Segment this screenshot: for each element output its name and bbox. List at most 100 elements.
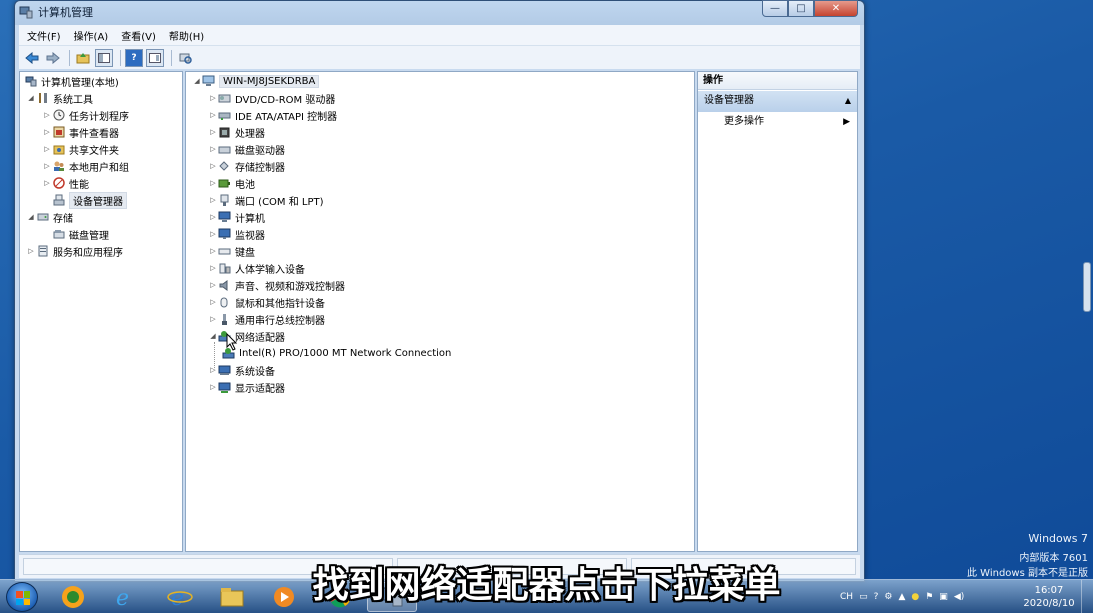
expand-arrow-icon[interactable]: ▷ — [208, 315, 218, 323]
expand-arrow-icon[interactable]: ▷ — [42, 128, 52, 136]
collapse-arrow-icon[interactable]: ◢ — [192, 77, 202, 85]
tree-item-label: 任务计划程序 — [69, 111, 129, 123]
video-subtitle: 找到网络适配器点击下拉菜单 — [312, 565, 781, 606]
actions-pane: 操作 设备管理器 ▲ 更多操作 ▶ — [697, 71, 858, 552]
device-label: 电池 — [235, 179, 255, 191]
tree-item-label: 系统工具 — [53, 94, 93, 106]
expand-arrow-icon[interactable]: ▷ — [208, 298, 218, 306]
minimize-button[interactable]: — — [762, 0, 788, 17]
device-category[interactable]: ▷ 计算机 — [208, 209, 265, 225]
actions-section-device-manager[interactable]: 设备管理器 ▲ — [698, 91, 857, 112]
expand-arrow-icon[interactable]: ▷ — [26, 247, 36, 255]
expand-arrow-icon[interactable]: ▷ — [208, 247, 218, 255]
scan-hardware-icon[interactable] — [176, 49, 194, 67]
tree-item-performance[interactable]: ▷ 性能 — [42, 175, 89, 191]
expand-arrow-icon[interactable]: ▷ — [208, 162, 218, 170]
expand-arrow-icon[interactable]: ▷ — [208, 145, 218, 153]
menu-file[interactable]: 文件(F) — [27, 28, 61, 43]
more-actions-item[interactable]: 更多操作 — [724, 114, 764, 130]
processor-icon — [218, 126, 231, 139]
mouse-cursor-icon — [226, 332, 238, 354]
tree-item-shared-folders[interactable]: ▷ 共享文件夹 — [42, 141, 119, 157]
expand-arrow-icon[interactable]: ▷ — [208, 281, 218, 289]
device-label: 键盘 — [235, 247, 255, 259]
device-label: 人体学输入设备 — [235, 264, 305, 276]
device-category[interactable]: ▷ 存储控制器 — [208, 158, 285, 174]
menu-action[interactable]: 操作(A) — [74, 28, 109, 43]
device-category[interactable]: ▷ 磁盘驱动器 — [208, 141, 285, 157]
disk-management-icon — [52, 228, 65, 241]
expand-arrow-icon[interactable]: ▷ — [208, 111, 218, 119]
device-label: IDE ATA/ATAPI 控制器 — [235, 111, 338, 123]
device-category[interactable]: ▷ 键盘 — [208, 243, 255, 259]
computer-management-icon — [19, 6, 33, 19]
expand-arrow-icon[interactable]: ▷ — [42, 145, 52, 153]
expand-arrow-icon[interactable]: ▷ — [208, 366, 218, 374]
back-arrow-icon[interactable] — [23, 49, 41, 67]
expand-arrow-icon[interactable]: ▷ — [208, 213, 218, 221]
dvd-icon — [218, 92, 231, 105]
shared-folder-icon — [52, 143, 65, 156]
device-category[interactable]: ▷ 显示适配器 — [208, 379, 285, 395]
device-category[interactable]: ▷ 电池 — [208, 175, 255, 191]
tree-item-computer-management[interactable]: 计算机管理(本地) — [24, 73, 119, 89]
device-category[interactable]: ▷ IDE ATA/ATAPI 控制器 — [208, 107, 337, 123]
expand-arrow-icon[interactable]: ▷ — [208, 196, 218, 204]
device-category[interactable]: ▷ 处理器 — [208, 124, 265, 140]
tree-item-system-tools[interactable]: ◢ 系统工具 — [26, 90, 93, 106]
expand-arrow-icon[interactable]: ▷ — [42, 162, 52, 170]
device-category[interactable]: ▷ DVD/CD-ROM 驱动器 — [208, 90, 335, 106]
maximize-button[interactable]: □ — [788, 0, 814, 17]
services-icon — [36, 245, 49, 258]
up-folder-icon[interactable] — [74, 49, 92, 67]
event-viewer-icon — [52, 126, 65, 139]
expand-arrow-icon[interactable]: ▷ — [208, 230, 218, 238]
collapse-triangle-icon[interactable]: ▲ — [845, 91, 851, 111]
properties-icon[interactable] — [146, 48, 164, 67]
device-category[interactable]: ▷ 声音、视频和游戏控制器 — [208, 277, 345, 293]
port-icon — [218, 194, 231, 207]
tree-item-local-users[interactable]: ▷ 本地用户和组 — [42, 158, 129, 174]
expand-arrow-icon[interactable]: ▷ — [208, 264, 218, 272]
menu-view[interactable]: 查看(V) — [121, 28, 156, 43]
device-category[interactable]: ▷ 人体学输入设备 — [208, 260, 305, 276]
menu-help[interactable]: 帮助(H) — [169, 28, 204, 43]
expand-arrow-icon[interactable]: ▷ — [208, 128, 218, 136]
device-label: 显示适配器 — [235, 383, 285, 395]
tree-item-task-scheduler[interactable]: ▷ 任务计划程序 — [42, 107, 129, 123]
collapse-arrow-icon[interactable]: ◢ — [208, 332, 218, 340]
show-tree-icon[interactable] — [95, 48, 113, 67]
keyboard-icon — [218, 245, 231, 258]
expand-arrow-icon[interactable]: ▷ — [42, 111, 52, 119]
monitor-icon — [218, 228, 231, 241]
device-category[interactable]: ▷ 端口 (COM 和 LPT) — [208, 192, 324, 208]
expand-arrow-icon[interactable]: ▷ — [208, 383, 218, 391]
expand-arrow-icon[interactable]: ▷ — [208, 179, 218, 187]
tree-item-services-and-applications[interactable]: ▷ 服务和应用程序 — [26, 243, 123, 259]
device-item[interactable]: Intel(R) PRO/1000 MT Network Connection — [222, 345, 451, 361]
tree-item-disk-management[interactable]: 磁盘管理 — [52, 226, 109, 242]
device-label: 通用串行总线控制器 — [235, 315, 325, 327]
forward-arrow-icon[interactable] — [44, 49, 62, 67]
help-icon[interactable]: ? — [125, 48, 143, 67]
tree-item-device-manager[interactable]: 设备管理器 — [52, 191, 127, 209]
desktop-scrollbar[interactable] — [1083, 262, 1091, 312]
device-category[interactable]: ▷ 系统设备 — [208, 362, 275, 378]
title-bar[interactable]: 计算机管理 — □ ✕ — [15, 0, 864, 23]
tree-item-label: 存储 — [53, 213, 73, 225]
collapse-arrow-icon[interactable]: ◢ — [26, 213, 36, 221]
expand-arrow-icon[interactable]: ▷ — [208, 94, 218, 102]
storage-icon — [36, 211, 49, 224]
expand-arrow-icon[interactable]: ▷ — [42, 179, 52, 187]
device-category[interactable]: ▷ 通用串行总线控制器 — [208, 311, 325, 327]
device-tree-root[interactable]: ◢ WIN-MJ8JSEKDRBA — [192, 73, 320, 89]
collapse-arrow-icon[interactable]: ◢ — [26, 94, 36, 102]
device-category[interactable]: ◢ 网络适配器 — [208, 328, 285, 344]
device-category[interactable]: ▷ 鼠标和其他指针设备 — [208, 294, 325, 310]
tree-item-storage[interactable]: ◢ 存储 — [26, 209, 73, 225]
close-button[interactable]: ✕ — [814, 0, 858, 17]
device-category[interactable]: ▷ 监视器 — [208, 226, 265, 242]
device-label: 鼠标和其他指针设备 — [235, 298, 325, 310]
display-adapter-icon — [218, 381, 231, 394]
tree-item-event-viewer[interactable]: ▷ 事件查看器 — [42, 124, 119, 140]
